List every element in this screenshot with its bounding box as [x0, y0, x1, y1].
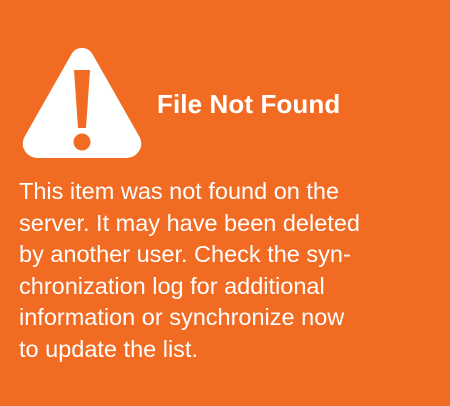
- message-line-4: chronization log for additional: [19, 272, 325, 299]
- dialog-title: File Not Found: [157, 89, 341, 119]
- message-line-5: information or synchronize now: [19, 304, 345, 330]
- warning-triangle-icon: [20, 42, 144, 160]
- message-line-1: This item was not found on the: [19, 178, 340, 204]
- message-line-2: server. It may have been deleted: [19, 209, 360, 236]
- message-line-3: by another user. Check the syn-: [19, 241, 351, 267]
- message-line-6: to update the list.: [19, 335, 198, 362]
- error-message: This item was not found on the server. I…: [19, 176, 439, 365]
- file-not-found-panel: File Not Found This item was not found o…: [0, 0, 450, 406]
